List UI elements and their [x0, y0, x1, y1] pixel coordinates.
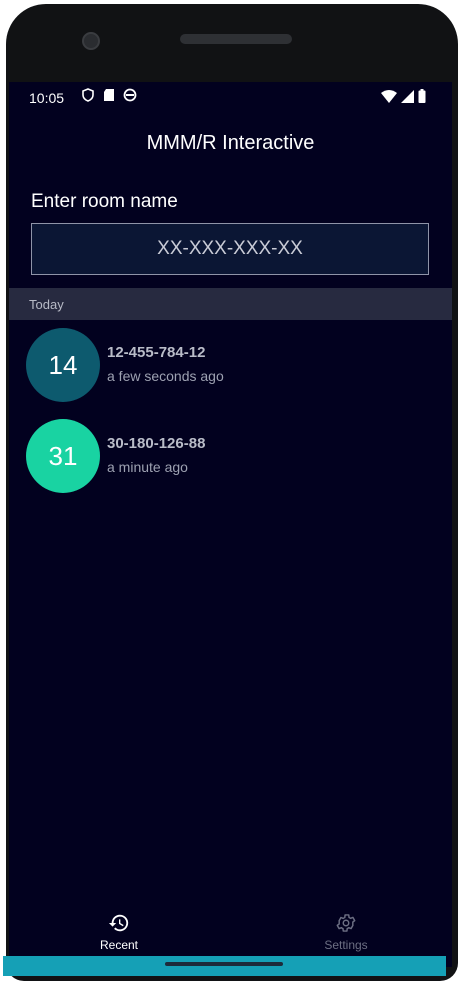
status-time: 10:05: [29, 90, 65, 106]
status-notification-icons: [81, 88, 137, 102]
app-title: MMM/R Interactive: [146, 132, 315, 154]
phone-device: 10:05 MMM/R Interactive Enter room name …: [0, 0, 460, 985]
status-bar: 10:05: [9, 82, 452, 114]
sd-card-icon: [104, 89, 114, 101]
nav-label-settings: Settings: [324, 938, 368, 952]
room-time-text: a few seconds ago: [107, 368, 224, 384]
front-camera: [82, 32, 100, 50]
room-badge-avatar: 14: [26, 328, 100, 402]
wifi-icon: [381, 89, 397, 103]
room-badge-avatar: 31: [26, 419, 100, 493]
room-code-text: 30-180-126-88: [107, 435, 206, 452]
home-indicator[interactable]: [165, 962, 283, 966]
system-navigation-bar: [3, 956, 446, 976]
section-header-today: Today: [9, 288, 452, 320]
recent-room-item[interactable]: 31 30-180-126-88 a minute ago: [9, 419, 452, 499]
phone-bezel: 10:05 MMM/R Interactive Enter room name …: [6, 4, 458, 981]
history-icon: [108, 914, 129, 932]
room-code-text: 12-455-784-12: [107, 344, 206, 361]
room-name-label: Enter room name: [31, 191, 178, 212]
app-screen: 10:05 MMM/R Interactive Enter room name …: [9, 82, 452, 967]
nav-tab-recent[interactable]: Recent: [64, 904, 174, 962]
gear-icon: [336, 914, 356, 932]
cellular-signal-icon: [401, 89, 414, 103]
sync-circle-icon: [123, 88, 137, 102]
recent-room-item[interactable]: 14 12-455-784-12 a few seconds ago: [9, 328, 452, 408]
bottom-navigation: Recent Settings: [9, 904, 452, 962]
status-system-icons: [381, 89, 426, 103]
nav-label-recent: Recent: [99, 938, 139, 952]
room-name-input[interactable]: [31, 223, 429, 275]
nav-tab-settings[interactable]: Settings: [291, 904, 401, 962]
battery-icon: [418, 89, 426, 103]
earpiece-speaker: [180, 34, 292, 44]
room-time-text: a minute ago: [107, 459, 188, 475]
shield-icon: [82, 88, 94, 102]
